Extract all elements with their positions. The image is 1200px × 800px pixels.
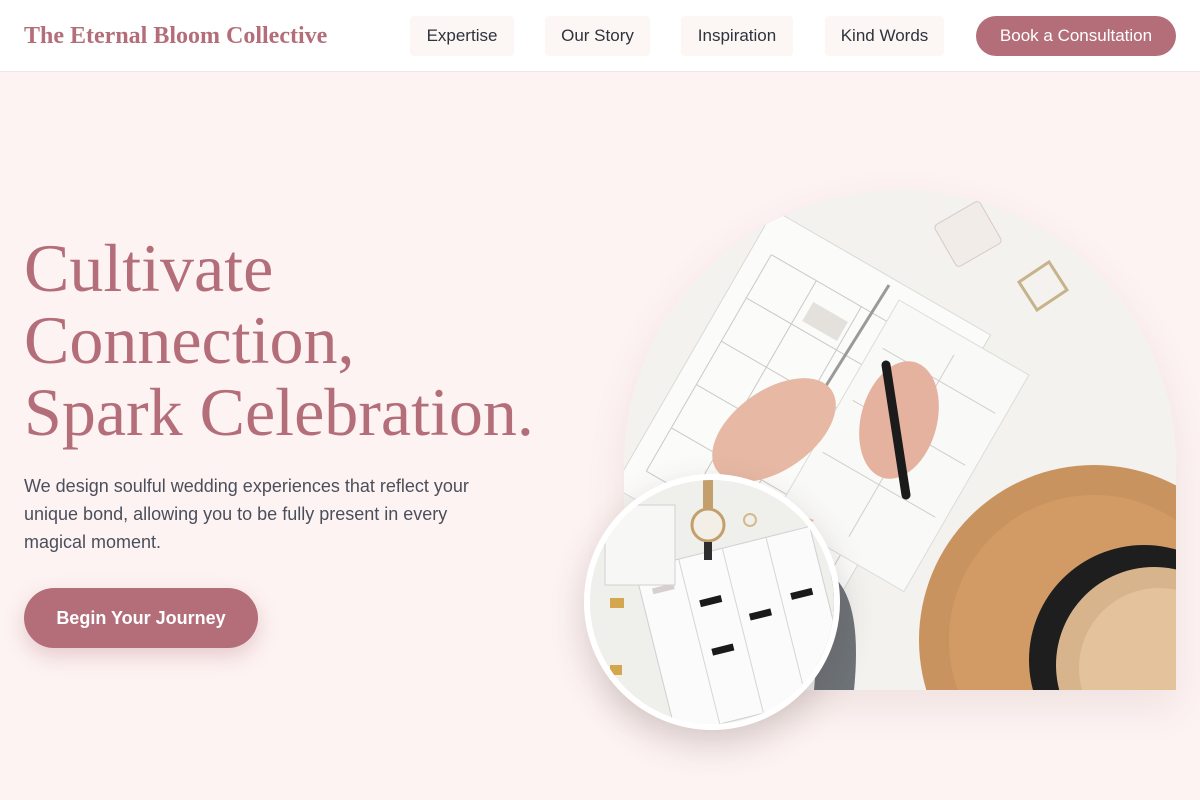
planner-watch-image — [590, 480, 834, 724]
headline-line-3: Spark Celebration. — [24, 374, 534, 450]
begin-journey-button[interactable]: Begin Your Journey — [24, 588, 258, 648]
headline-line-2: Connection, — [24, 302, 355, 378]
nav-item-inspiration[interactable]: Inspiration — [681, 16, 793, 56]
hero-subtext: We design soulful wedding experiences th… — [24, 476, 469, 552]
nav-item-kind-words[interactable]: Kind Words — [825, 16, 944, 56]
inset-circle-photo — [584, 474, 840, 730]
headline-line-1: Cultivate — [24, 230, 274, 306]
hero-headline: Cultivate Connection, Spark Celebration. — [24, 232, 604, 448]
book-consultation-button[interactable]: Book a Consultation — [976, 16, 1176, 56]
brand-logo-text[interactable]: The Eternal Bloom Collective — [24, 20, 327, 52]
nav-item-our-story[interactable]: Our Story — [545, 16, 650, 56]
site-header: The Eternal Bloom Collective Expertise O… — [0, 0, 1200, 72]
nav-item-expertise[interactable]: Expertise — [410, 16, 514, 56]
